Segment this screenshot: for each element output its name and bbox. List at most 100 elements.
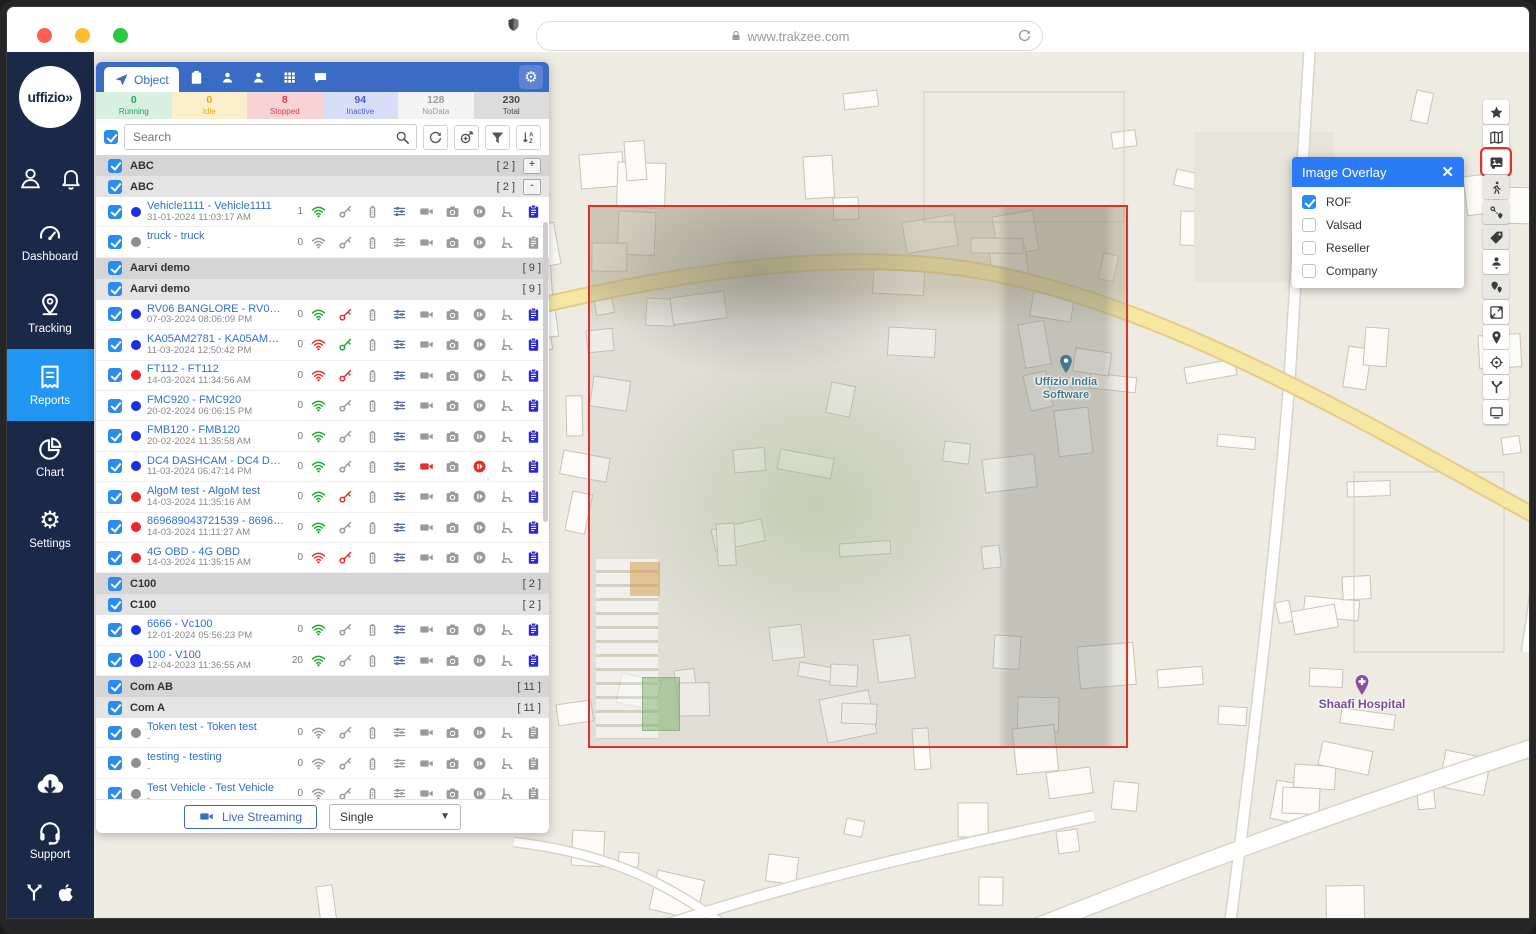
- vehicle-checkbox[interactable]: [108, 307, 122, 321]
- shield-icon[interactable]: [506, 17, 521, 32]
- vehicle-name-link[interactable]: Test Vehicle - Test Vehicle: [147, 782, 285, 795]
- live-streaming-button[interactable]: Live Streaming: [184, 805, 317, 829]
- profile-icon[interactable]: [18, 166, 43, 191]
- panel-tab-grid-icon[interactable]: [282, 70, 297, 85]
- panel-tab-driver-icon[interactable]: [220, 70, 235, 85]
- traffic-tool[interactable]: [1483, 175, 1509, 199]
- group-row[interactable]: ABC [ 2 ] -: [96, 176, 549, 197]
- vehicle-checkbox[interactable]: [108, 205, 122, 219]
- vehicle-row[interactable]: RV06 BANGLORE - RV06 B... 07-03-2024 08:…: [96, 300, 549, 330]
- locate-tool[interactable]: [1483, 350, 1509, 374]
- group-checkbox[interactable]: [108, 159, 122, 173]
- status-chip-total[interactable]: 230 Total: [474, 92, 550, 119]
- sidebar-item-support[interactable]: Support: [30, 819, 70, 861]
- google-play-icon[interactable]: [24, 883, 44, 903]
- vehicle-name-link[interactable]: Vehicle1111 - Vehicle1111: [147, 200, 285, 213]
- tab-object[interactable]: Object: [104, 67, 179, 92]
- vehicle-checkbox[interactable]: [108, 490, 122, 504]
- group-row[interactable]: ABC [ 2 ] +: [96, 155, 549, 176]
- vehicle-name-link[interactable]: truck - truck: [147, 230, 285, 243]
- close-icon[interactable]: ✕: [1441, 163, 1454, 181]
- search-icon[interactable]: [395, 130, 410, 145]
- vehicle-row[interactable]: AlgoM test - AlgoM test 14-03-2024 11:35…: [96, 482, 549, 512]
- search-input[interactable]: [131, 129, 395, 145]
- sort-button[interactable]: [516, 125, 541, 150]
- vehicle-checkbox[interactable]: [108, 399, 122, 413]
- overlay-checkbox[interactable]: [1302, 241, 1316, 255]
- vehicle-name-link[interactable]: KA05AM2781 - KA05AM27...: [147, 333, 285, 346]
- vehicle-row[interactable]: FMB120 - FMB120 20-02-2024 11:35:58 AM 0: [96, 421, 549, 451]
- vehicle-row[interactable]: DC4 DASHCAM - DC4 DAS... 11-03-2024 06:4…: [96, 452, 549, 482]
- vehicle-checkbox[interactable]: [108, 756, 122, 770]
- panel-tab-trailer-icon[interactable]: [313, 70, 328, 85]
- apple-icon[interactable]: [54, 881, 76, 905]
- pin-tool[interactable]: [1483, 325, 1509, 349]
- filter-button[interactable]: [485, 125, 510, 150]
- person-tool[interactable]: [1483, 250, 1509, 274]
- vehicle-name-link[interactable]: AlgoM test - AlgoM test: [147, 485, 285, 498]
- group-expander-button[interactable]: +: [523, 158, 541, 174]
- select-all-checkbox[interactable]: [104, 130, 118, 144]
- group-expander-button[interactable]: -: [523, 179, 541, 195]
- label-tool[interactable]: [1483, 225, 1509, 249]
- screen-tool[interactable]: [1483, 400, 1509, 424]
- group-row[interactable]: C100 [ 2 ]: [96, 594, 549, 615]
- vehicle-checkbox[interactable]: [108, 368, 122, 382]
- group-checkbox[interactable]: [108, 701, 122, 715]
- group-row[interactable]: Com A [ 11 ]: [96, 697, 549, 718]
- refresh-button[interactable]: [423, 125, 448, 150]
- vehicle-checkbox[interactable]: [108, 623, 122, 637]
- reload-icon[interactable]: [1017, 28, 1032, 43]
- sidebar-item-chart[interactable]: Chart: [6, 421, 94, 493]
- vehicle-row[interactable]: Token test - Token test - 0: [96, 718, 549, 748]
- poi-shaafi-hospital[interactable]: Shaafi Hospital: [1317, 672, 1407, 712]
- notifications-bell-icon[interactable]: [59, 166, 83, 191]
- overlay-option-reseller[interactable]: Reseller: [1302, 241, 1454, 255]
- vehicle-row[interactable]: 6666 - Vc100 12-01-2024 05:56:23 PM 0: [96, 615, 549, 645]
- vehicle-row[interactable]: testing - testing - 0: [96, 748, 549, 778]
- list-scrollbar[interactable]: [543, 222, 548, 522]
- sidebar-item-dashboard[interactable]: Dashboard: [6, 205, 94, 277]
- vehicle-row[interactable]: KA05AM2781 - KA05AM27... 11-03-2024 12:5…: [96, 330, 549, 360]
- vehicle-checkbox[interactable]: [108, 235, 122, 249]
- status-chip-nodata[interactable]: 128 NoData: [398, 92, 474, 119]
- route-tool[interactable]: [1483, 200, 1509, 224]
- image-overlay-tool[interactable]: [1483, 150, 1509, 174]
- vehicle-row[interactable]: 100 - V100 12-04-2023 11:36:55 AM 20: [96, 646, 549, 676]
- uffizio-logo[interactable]: uffizio»: [19, 66, 81, 128]
- vehicle-checkbox[interactable]: [108, 653, 122, 667]
- status-chip-running[interactable]: 0 Running: [96, 92, 172, 119]
- overlay-option-rof[interactable]: ROF: [1302, 195, 1454, 209]
- sidebar-item-tracking[interactable]: Tracking: [6, 277, 94, 349]
- group-row[interactable]: Com AB [ 11 ]: [96, 676, 549, 697]
- vehicle-row[interactable]: 4G OBD - 4G OBD 14-03-2024 11:35:15 AM 0: [96, 543, 549, 573]
- map-type-tool[interactable]: [1483, 125, 1509, 149]
- vehicle-checkbox[interactable]: [108, 459, 122, 473]
- group-checkbox[interactable]: [108, 180, 122, 194]
- vehicle-row[interactable]: 869689043721539 - 86968... 14-03-2024 11…: [96, 513, 549, 543]
- group-checkbox[interactable]: [108, 598, 122, 612]
- overlay-checkbox[interactable]: [1302, 218, 1316, 232]
- group-checkbox[interactable]: [108, 282, 122, 296]
- overlay-checkbox[interactable]: [1302, 195, 1316, 209]
- vehicle-checkbox[interactable]: [108, 787, 122, 799]
- image-overlay-region[interactable]: [588, 205, 1128, 748]
- vehicle-checkbox[interactable]: [108, 429, 122, 443]
- close-window-button[interactable]: [37, 28, 52, 43]
- address-bar[interactable]: www.trakzee.com: [536, 21, 1043, 51]
- vehicle-row[interactable]: truck - truck - 0: [96, 227, 549, 257]
- gear-icon[interactable]: ⚙: [519, 65, 543, 89]
- vehicle-checkbox[interactable]: [108, 726, 122, 740]
- status-chip-idle[interactable]: 0 Idle: [172, 92, 248, 119]
- nearby-tool-button[interactable]: [454, 125, 479, 150]
- vehicle-name-link[interactable]: testing - testing: [147, 751, 285, 764]
- panel-tab-passenger-icon[interactable]: [251, 70, 266, 85]
- vehicle-row[interactable]: FMC920 - FMC920 20-02-2024 06:06:15 PM 0: [96, 391, 549, 421]
- streaming-mode-select[interactable]: Single ▼: [329, 804, 461, 830]
- group-checkbox[interactable]: [108, 680, 122, 694]
- vehicle-name-link[interactable]: Token test - Token test: [147, 721, 285, 734]
- group-row[interactable]: C100 [ 2 ]: [96, 573, 549, 594]
- directions-tool[interactable]: [1483, 375, 1509, 399]
- overlay-option-company[interactable]: Company: [1302, 264, 1454, 278]
- group-row[interactable]: Aarvi demo [ 9 ]: [96, 279, 549, 300]
